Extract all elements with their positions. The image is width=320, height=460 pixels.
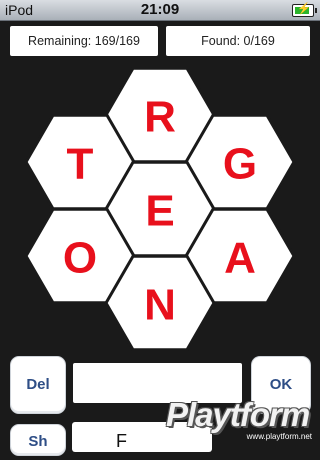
status-bar: iPod 21:09 ⚡: [0, 0, 320, 21]
status-time: 21:09: [140, 1, 180, 18]
hex-letter: N: [144, 281, 176, 330]
shuffle-button[interactable]: Sh: [10, 424, 66, 456]
hex-letter: A: [224, 234, 256, 283]
hex-letter: O: [63, 234, 97, 283]
watermark-logo: Playtform: [166, 396, 310, 433]
playtform-watermark: Playtform www.playtform.net: [166, 396, 316, 442]
hex-letter: E: [145, 187, 174, 236]
found-counter: Found: 0/169: [166, 26, 310, 56]
battery-icon: ⚡: [292, 3, 317, 17]
hex-board: R T GEO AN: [0, 60, 320, 352]
delete-button[interactable]: Del: [10, 356, 66, 414]
hex-grid: R T GEO AN: [24, 66, 296, 352]
hex-letter: G: [223, 140, 257, 189]
remaining-counter: Remaining: 169/169: [10, 26, 158, 56]
watermark-url: www.playtform.net: [246, 432, 312, 441]
hex-letter: R: [144, 93, 176, 142]
hex-letter: T: [67, 140, 94, 189]
